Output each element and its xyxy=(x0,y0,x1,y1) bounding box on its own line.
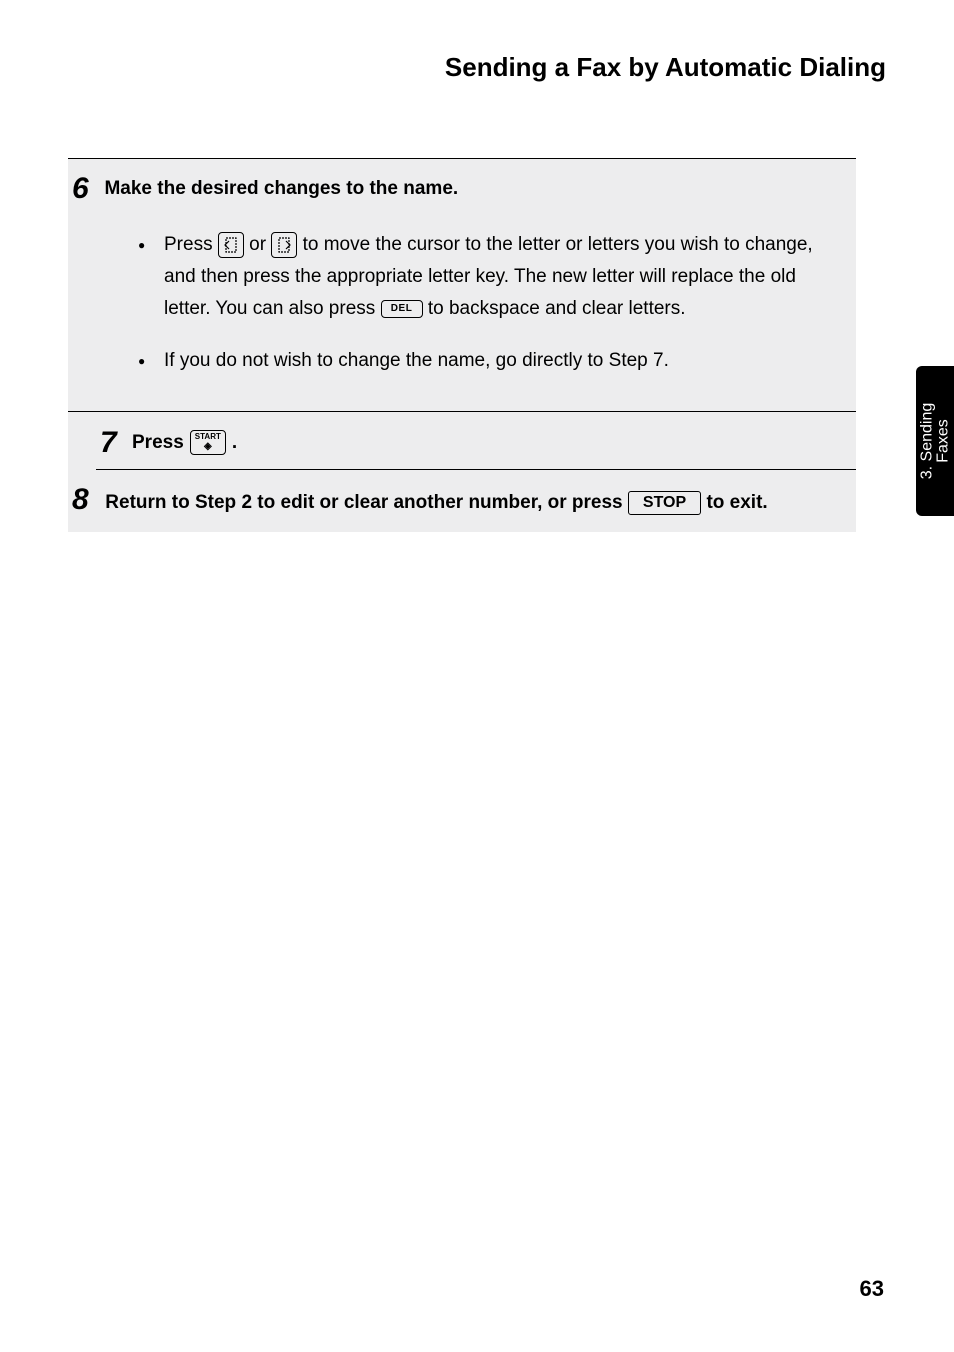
diamond-icon: ◈ xyxy=(204,442,212,452)
step-6-bullet-1: Press or to move the cursor to the lette… xyxy=(134,229,828,325)
step-6-number: 6 xyxy=(72,177,100,201)
step-8-number: 8 xyxy=(72,488,100,512)
side-tab-text: 3. Sending Faxes xyxy=(919,403,951,480)
step-8-title-a: Return to Step 2 to edit or clear anothe… xyxy=(105,492,628,513)
del-key-icon: DEL xyxy=(381,300,423,318)
step-7-number: 7 xyxy=(100,431,126,455)
text-fragment: or xyxy=(249,234,271,255)
text-fragment: Press xyxy=(164,234,218,255)
right-arrow-key-icon xyxy=(271,232,297,258)
stop-key-icon: STOP xyxy=(628,491,701,515)
page-title: Sending a Fax by Automatic Dialing xyxy=(0,52,886,83)
step-7-title-b: . xyxy=(232,431,237,455)
text-fragment: to backspace and clear letters. xyxy=(428,298,686,319)
left-arrow-key-icon xyxy=(218,232,244,258)
step-8: 8 Return to Step 2 to edit or clear anot… xyxy=(68,470,856,532)
side-tab: 3. Sending Faxes xyxy=(916,366,954,516)
step-6-body: Press or to move the cursor to the lette… xyxy=(134,229,828,377)
instruction-block: 6 Make the desired changes to the name. … xyxy=(68,158,856,532)
page-number: 63 xyxy=(860,1276,884,1302)
step-7: 7 Press START ◈ . xyxy=(96,412,856,470)
tab-line-1: 3. Sending xyxy=(918,403,935,480)
step-6-title: Make the desired changes to the name. xyxy=(104,178,458,199)
step-6: 6 Make the desired changes to the name. … xyxy=(68,159,856,412)
step-8-title-b: to exit. xyxy=(706,492,767,513)
tab-line-2: Faxes xyxy=(934,419,951,463)
start-key-icon: START ◈ xyxy=(190,430,226,455)
step-6-bullet-2: If you do not wish to change the name, g… xyxy=(134,345,828,377)
step-7-title-a: Press xyxy=(132,431,184,455)
